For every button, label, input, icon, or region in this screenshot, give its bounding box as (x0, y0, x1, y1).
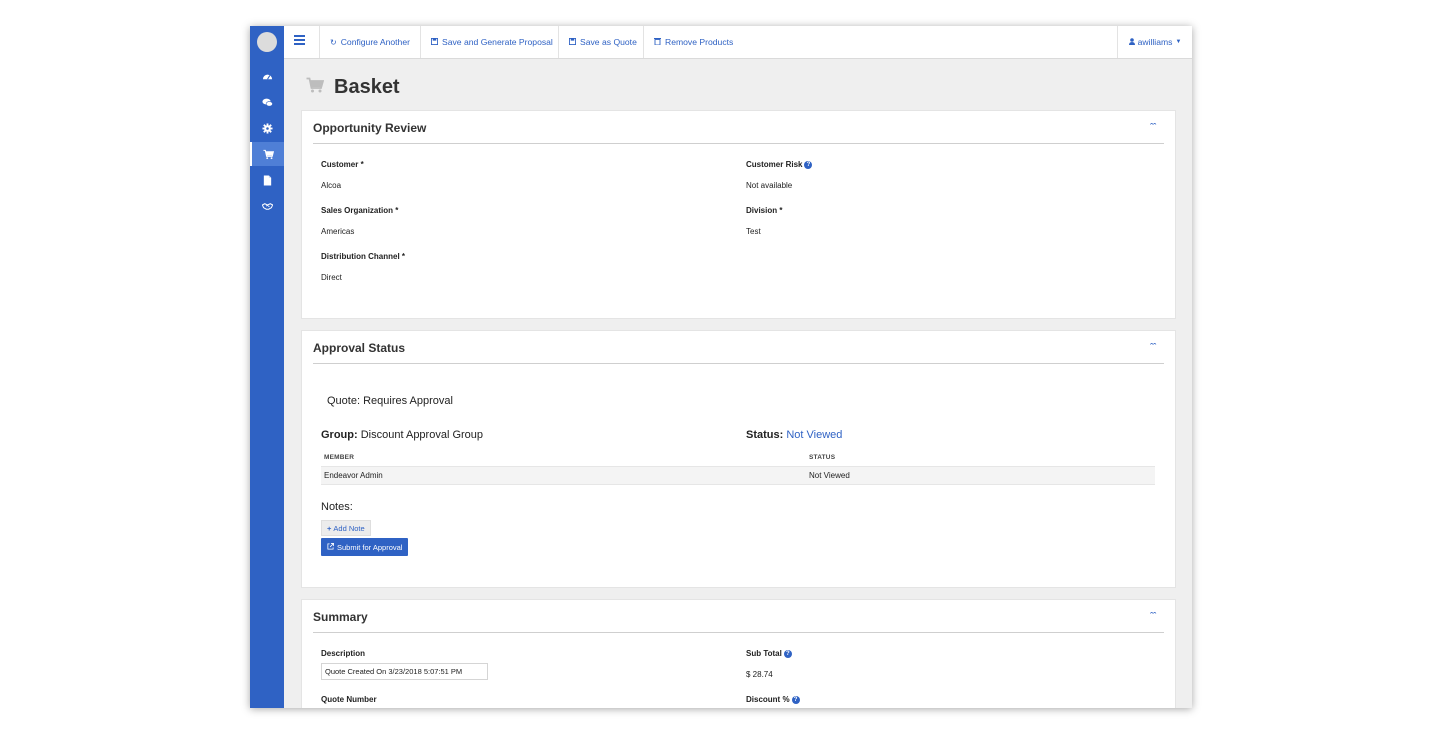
column-header-member: MEMBER (324, 454, 355, 461)
main-content: Basket Opportunity Review ˆˆ Customer * … (284, 59, 1192, 708)
customer-risk-text: Customer Risk (746, 160, 803, 169)
member-status: Not Viewed (809, 471, 850, 480)
notes-label: Notes: (321, 501, 353, 513)
submit-for-approval-button[interactable]: Submit for Approval (321, 538, 409, 556)
opportunity-review-panel: Opportunity Review ˆˆ Customer * Alcoa C… (301, 110, 1176, 319)
caret-down-icon: ▼ (1175, 39, 1182, 45)
discount-label: Discount %? (746, 695, 800, 704)
panel-title: Opportunity Review (313, 121, 427, 135)
customer-value: Alcoa (321, 181, 342, 190)
customer-risk-label: Customer Risk? (746, 160, 813, 169)
remove-products-button[interactable]: Remove Products (643, 26, 749, 58)
panel-header: Approval Status ˆˆ (313, 331, 1164, 364)
floppy-disk-icon (569, 37, 576, 47)
subtotal-label: Sub Total? (746, 649, 792, 658)
customer-risk-value: Not available (746, 181, 793, 190)
panel-header: Opportunity Review ˆˆ (313, 111, 1164, 144)
panel-title: Approval Status (313, 341, 406, 355)
top-toolbar: ↻ Configure Another Save and Generate Pr… (284, 26, 1192, 59)
plus-icon: + (327, 523, 332, 533)
cart-icon (306, 77, 325, 98)
group-value: Discount Approval Group (360, 429, 484, 441)
approval-group: Group: Discount Approval Group (321, 429, 483, 441)
app-window: ↻ Configure Another Save and Generate Pr… (250, 26, 1192, 708)
discount-text: Discount % (746, 695, 790, 704)
collapse-chevron-icon[interactable]: ˆˆ (1150, 611, 1156, 621)
add-note-button[interactable]: + Add Note (321, 520, 371, 536)
user-menu[interactable]: awilliams ▼ (1117, 26, 1192, 58)
sales-org-label: Sales Organization * (321, 206, 399, 215)
save-generate-proposal-button[interactable]: Save and Generate Proposal (420, 26, 557, 58)
approval-group-status: Status: Not Viewed (746, 429, 842, 441)
division-label: Division * (746, 206, 783, 215)
distribution-channel-label: Distribution Channel * (321, 252, 405, 261)
description-label: Description (321, 649, 366, 658)
member-name: Endeavor Admin (324, 471, 383, 480)
subtotal-value: $ 28.74 (746, 670, 773, 679)
external-link-icon (327, 542, 334, 552)
logo (257, 32, 277, 52)
help-icon[interactable]: ? (804, 161, 813, 169)
save-as-quote-button[interactable]: Save as Quote (558, 26, 644, 58)
help-icon[interactable]: ? (791, 696, 800, 704)
customer-label: Customer * (321, 160, 364, 169)
dashboard-icon[interactable] (250, 64, 284, 88)
quote-approval-status: Quote: Requires Approval (327, 395, 453, 407)
division-value: Test (746, 227, 761, 236)
hamburger-menu-icon[interactable] (294, 35, 305, 45)
page-heading: Basket (334, 76, 400, 98)
document-icon[interactable] (250, 168, 284, 192)
status-value: Not Viewed (786, 429, 843, 441)
panel-title: Summary (313, 610, 368, 624)
subtotal-text: Sub Total (746, 649, 782, 658)
help-icon[interactable]: ? (783, 650, 792, 658)
quote-number-label: Quote Number (321, 695, 377, 704)
cart-icon[interactable] (250, 142, 284, 166)
approval-status-panel: Approval Status ˆˆ Quote: Requires Appro… (301, 330, 1176, 588)
collapse-chevron-icon[interactable]: ˆˆ (1150, 122, 1156, 132)
refresh-icon: ↻ (330, 37, 337, 47)
description-input[interactable]: Quote Created On 3/23/2018 5:07:51 PM (321, 663, 488, 680)
gear-icon[interactable] (250, 116, 284, 140)
group-label: Group: (321, 429, 358, 441)
comments-icon[interactable] (250, 90, 284, 114)
handshake-icon[interactable] (250, 194, 284, 218)
sidebar (250, 26, 284, 708)
floppy-disk-icon (431, 37, 438, 47)
panel-header: Summary ˆˆ (313, 600, 1164, 633)
sales-org-value: Americas (321, 227, 355, 236)
table-row: Endeavor Admin Not Viewed (321, 466, 1155, 485)
status-label: Status: (746, 429, 784, 441)
column-header-status: STATUS (809, 454, 836, 461)
user-icon (1128, 37, 1135, 47)
distribution-channel-value: Direct (321, 273, 342, 282)
collapse-chevron-icon[interactable]: ˆˆ (1150, 342, 1156, 352)
trash-icon (654, 37, 661, 47)
configure-another-button[interactable]: ↻ Configure Another (319, 26, 429, 58)
summary-panel: Summary ˆˆ Description Quote Created On … (301, 599, 1176, 708)
page-title: Basket (306, 76, 400, 99)
